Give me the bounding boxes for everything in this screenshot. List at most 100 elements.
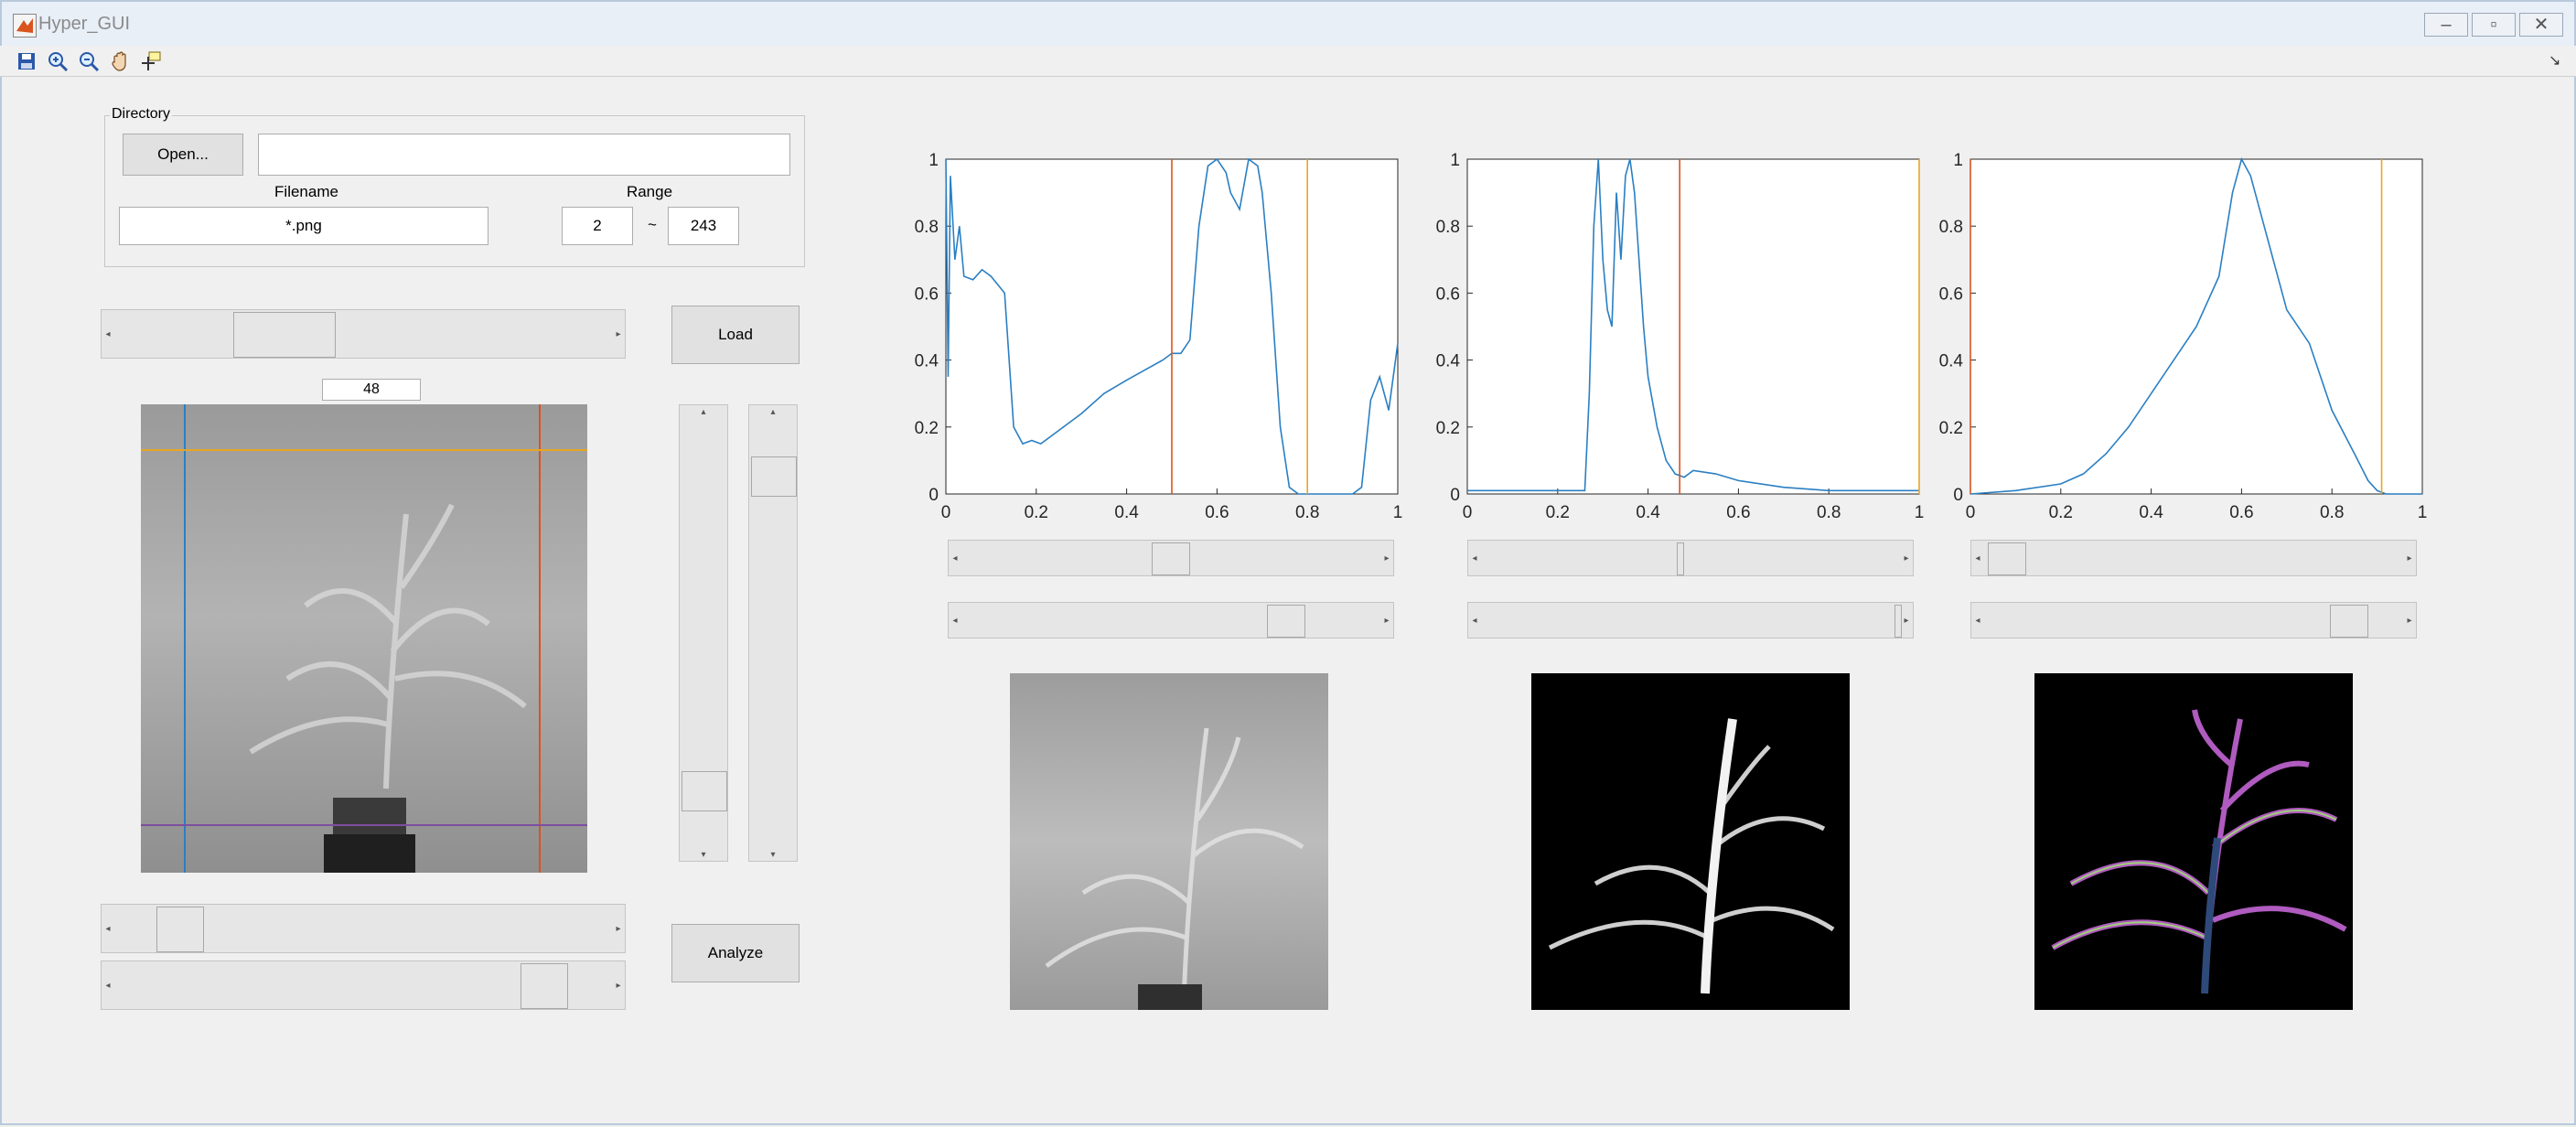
plot3-low-slider[interactable]: ◂ ▸ [1970, 540, 2417, 576]
x-tick-label: 0.8 [1817, 503, 1841, 522]
y-tick-label: 1 [928, 151, 939, 170]
close-button[interactable]: ✕ [2519, 13, 2563, 37]
y-tick-label: 0 [1450, 486, 1460, 505]
load-button[interactable]: Load [671, 306, 800, 364]
title-bar: Hyper_GUI – ▫ ✕ [0, 0, 2576, 46]
range-start-field[interactable]: 2 [562, 207, 633, 245]
histogram-plot-2-axes[interactable]: 0 0.2 0.4 0.6 0.8 1 0 0.2 0.4 0.6 0.8 1 [1427, 146, 1925, 531]
band-slider-thumb[interactable] [233, 312, 336, 358]
slider-right-arrow[interactable]: ▸ [2403, 541, 2416, 575]
open-button[interactable]: Open... [123, 134, 243, 176]
slider-right-arrow[interactable]: ▸ [1900, 603, 1913, 638]
slider-left-arrow[interactable]: ◂ [949, 603, 961, 638]
y-tick-label: 0.4 [1436, 352, 1461, 371]
slider-right-arrow[interactable]: ▸ [612, 961, 625, 1009]
plot1-low-slider-thumb[interactable] [1152, 542, 1190, 575]
y-tick-label: 0 [928, 486, 939, 505]
plot3-low-slider-thumb[interactable] [1988, 542, 2026, 575]
x-tick-label: 0.6 [1205, 503, 1229, 522]
slider-left-arrow[interactable]: ◂ [1971, 541, 1984, 575]
x-tick-label: 0 [941, 503, 951, 522]
plot3-high-slider-thumb[interactable] [2330, 605, 2368, 638]
slider-right-arrow[interactable]: ▸ [1380, 603, 1393, 638]
x-tick-label: 0.2 [2049, 503, 2073, 522]
slider-up-arrow[interactable]: ▴ [749, 405, 797, 418]
mask-output-image [1531, 673, 1850, 1010]
histogram-plot-3-axes[interactable]: 0 0.2 0.4 0.6 0.8 1 0 0.2 0.4 0.6 0.8 1 [1930, 146, 2428, 531]
slider-right-arrow[interactable]: ▸ [2403, 603, 2416, 638]
row-slider-2-thumb[interactable] [521, 963, 568, 1009]
slider-left-arrow[interactable]: ◂ [1468, 541, 1481, 575]
slider-left-arrow[interactable]: ◂ [102, 310, 114, 358]
row-slider-2[interactable]: ◂ ▸ [101, 961, 626, 1010]
row-slider-1-thumb[interactable] [156, 907, 204, 952]
slider-left-arrow[interactable]: ◂ [949, 541, 961, 575]
y-tick-label: 0.2 [1939, 419, 1963, 438]
band-index-field[interactable]: 48 [322, 379, 421, 401]
slider-right-arrow[interactable]: ▸ [612, 905, 625, 952]
classified-output-image [2034, 673, 2353, 1010]
histogram-plot-1[interactable]: 0 0.2 0.4 0.6 0.8 1 0 0.2 0.4 0.6 0.8 1 [906, 146, 1403, 531]
matlab-icon [13, 14, 37, 38]
range-label: Range [626, 183, 673, 200]
dock-icon[interactable]: ↘ [2549, 51, 2560, 70]
histogram-plot-1-axes[interactable]: 0 0.2 0.4 0.6 0.8 1 0 0.2 0.4 0.6 0.8 1 [906, 146, 1403, 531]
band-preview-image[interactable] [141, 404, 587, 873]
data-cursor-icon[interactable] [137, 48, 165, 75]
x-tick-label: 0.6 [1726, 503, 1750, 522]
plot1-high-slider[interactable]: ◂ ▸ [948, 602, 1394, 639]
x-tick-label: 0.4 [2139, 503, 2163, 522]
x-tick-label: 0.6 [2229, 503, 2253, 522]
plot1-low-slider[interactable]: ◂ ▸ [948, 540, 1394, 576]
y-tick-label: 0.8 [1436, 218, 1460, 237]
row-slider-1[interactable]: ◂ ▸ [101, 904, 626, 953]
zoom-in-icon[interactable] [44, 48, 71, 75]
histogram-plot-2[interactable]: 0 0.2 0.4 0.6 0.8 1 0 0.2 0.4 0.6 0.8 1 [1427, 146, 1925, 531]
y-tick-label: 0.4 [915, 352, 939, 371]
vertical-slider-right[interactable]: ▴ ▾ [748, 404, 798, 862]
range-separator: ~ [648, 216, 657, 233]
directory-path-field[interactable] [258, 134, 790, 176]
plot-area [1466, 158, 1920, 495]
band-slider[interactable]: ◂ ▸ [101, 309, 626, 359]
plot1-high-slider-thumb[interactable] [1267, 605, 1305, 638]
x-tick-label: 0 [1463, 503, 1473, 522]
y-tick-label: 0.4 [1939, 352, 1964, 371]
slider-left-arrow[interactable]: ◂ [102, 961, 114, 1009]
save-icon[interactable] [13, 48, 40, 75]
slider-down-arrow[interactable]: ▾ [680, 848, 727, 861]
plot2-high-slider[interactable]: ◂ ▸ [1467, 602, 1914, 639]
x-tick-label: 0.8 [1295, 503, 1319, 522]
slider-right-arrow[interactable]: ▸ [1380, 541, 1393, 575]
pan-icon[interactable] [106, 48, 134, 75]
filename-field[interactable]: *.png [119, 207, 488, 245]
slider-right-arrow[interactable]: ▸ [1900, 541, 1913, 575]
analyze-button[interactable]: Analyze [671, 924, 800, 982]
x-tick-label: 1 [2418, 503, 2428, 522]
vertical-slider-left-thumb[interactable] [682, 771, 727, 811]
maximize-button[interactable]: ▫ [2472, 13, 2516, 37]
minimize-button[interactable]: – [2424, 13, 2468, 37]
histogram-plot-3[interactable]: 0 0.2 0.4 0.6 0.8 1 0 0.2 0.4 0.6 0.8 1 [1930, 146, 2428, 531]
x-tick-label: 0.4 [1636, 503, 1660, 522]
slider-down-arrow[interactable]: ▾ [749, 848, 797, 861]
plot2-low-slider[interactable]: ◂ ▸ [1467, 540, 1914, 576]
plot2-low-slider-thumb[interactable] [1677, 542, 1684, 575]
slider-left-arrow[interactable]: ◂ [1468, 603, 1481, 638]
y-tick-label: 0.8 [915, 218, 939, 237]
range-end-field[interactable]: 243 [668, 207, 739, 245]
slider-up-arrow[interactable]: ▴ [680, 405, 727, 418]
slider-left-arrow[interactable]: ◂ [102, 905, 114, 952]
y-tick-label: 0.2 [1436, 419, 1460, 438]
slider-right-arrow[interactable]: ▸ [612, 310, 625, 358]
vertical-slider-left[interactable]: ▴ ▾ [679, 404, 728, 862]
x-tick-label: 0.4 [1114, 503, 1139, 522]
y-tick-label: 0.8 [1939, 218, 1963, 237]
grayscale-output-image [1010, 673, 1328, 1010]
y-tick-label: 0.6 [915, 284, 939, 304]
zoom-out-icon[interactable] [75, 48, 102, 75]
slider-left-arrow[interactable]: ◂ [1971, 603, 1984, 638]
plot3-high-slider[interactable]: ◂ ▸ [1970, 602, 2417, 639]
y-tick-label: 0.6 [1436, 284, 1460, 304]
vertical-slider-right-thumb[interactable] [751, 456, 797, 497]
